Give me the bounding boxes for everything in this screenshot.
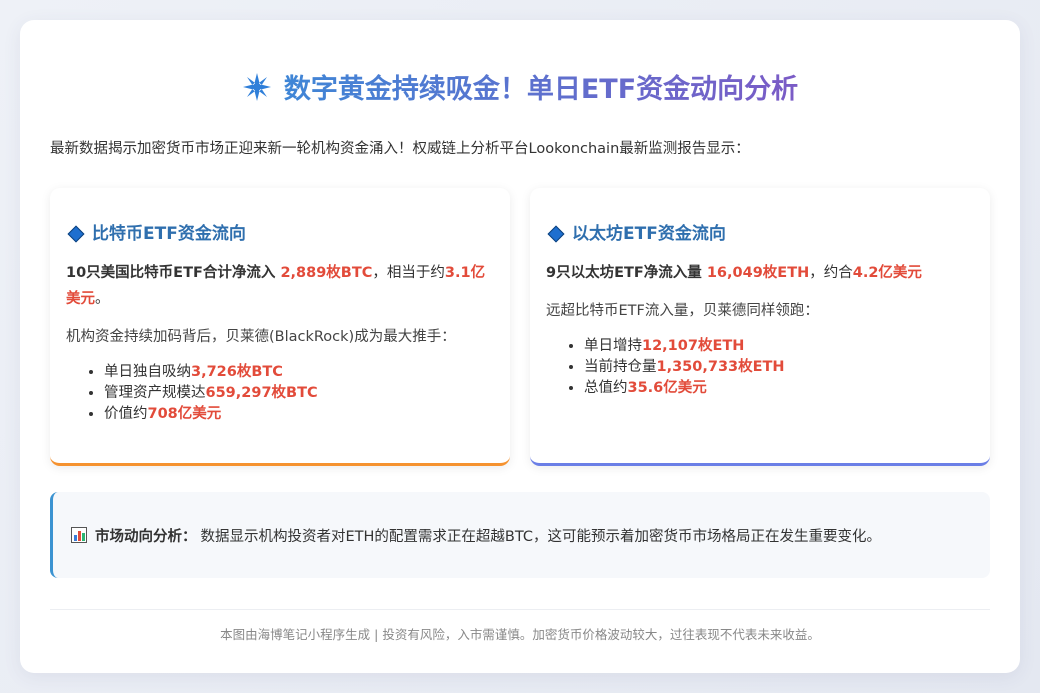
eth-panel-heading: 以太坊ETF资金流向 <box>546 222 974 246</box>
eth-lead: 9只以太坊ETF净流入量 16,049枚ETH，约合4.2亿美元 <box>546 260 974 286</box>
item-value: 12,107枚ETH <box>642 338 745 354</box>
btc-stats-list: 单日独自吸纳3,726枚BTC 管理资产规模达659,297枚BTC 价值约70… <box>66 362 494 425</box>
btc-etf-panel: 比特币ETF资金流向 10只美国比特币ETF合计净流入 2,889枚BTC，相当… <box>50 188 510 466</box>
item-value: 659,297枚BTC <box>205 385 318 401</box>
page-title: 数字黄金持续吸金！单日ETF资金动向分析 <box>20 72 1020 108</box>
item-label: 价值约 <box>104 406 148 422</box>
btc-lead: 10只美国比特币ETF合计净流入 2,889枚BTC，相当于约3.1亿美元。 <box>66 260 494 312</box>
eth-lead-amount: 16,049枚ETH <box>706 265 810 281</box>
btc-panel-title: 比特币ETF资金流向 <box>92 224 246 244</box>
divider <box>50 609 990 610</box>
footer-disclaimer: 本图由海博笔记小程序生成 | 投资有风险，入市需谨慎。加密货币价格波动较大，过往… <box>220 627 820 642</box>
btc-lead-mid: ，相当于约 <box>372 265 445 281</box>
item-value: 35.6亿美元 <box>627 380 707 396</box>
item-value: 1,350,733枚ETH <box>656 359 785 375</box>
eth-stats-list: 单日增持12,107枚ETH 当前持仓量1,350,733枚ETH 总值约35.… <box>546 336 974 399</box>
item-value: 708亿美元 <box>147 406 222 422</box>
main-card: 数字黄金持续吸金！单日ETF资金动向分析 最新数据揭示加密货币市场正迎来新一轮机… <box>20 20 1020 673</box>
btc-paragraph: 机构资金持续加码背后，贝莱德(BlackRock)成为最大推手： <box>66 329 456 345</box>
bar-chart-icon <box>71 527 87 543</box>
btc-lead-prefix: 10只美国比特币ETF合计净流入 <box>66 265 281 281</box>
list-item: 总值约35.6亿美元 <box>584 378 974 399</box>
sparkle-icon <box>242 73 271 101</box>
list-item: 单日增持12,107枚ETH <box>584 336 974 357</box>
eth-panel-title: 以太坊ETF资金流向 <box>572 224 726 244</box>
list-item: 管理资产规模达659,297枚BTC <box>104 383 494 404</box>
item-value: 3,726枚BTC <box>191 364 283 380</box>
btc-panel-heading: 比特币ETF资金流向 <box>66 222 494 246</box>
eth-lead-usd: 4.2亿美元 <box>852 265 922 281</box>
title-text: 数字黄金持续吸金！单日ETF资金动向分析 <box>283 74 799 105</box>
eth-lead-prefix: 9只以太坊ETF净流入量 <box>546 265 707 281</box>
list-item: 价值约708亿美元 <box>104 404 494 425</box>
item-label: 总值约 <box>584 380 628 396</box>
diamond-icon <box>547 225 565 243</box>
list-item: 当前持仓量1,350,733枚ETH <box>584 357 974 378</box>
analysis-text: 数据显示机构投资者对ETH的配置需求正在超越BTC，这可能预示着加密货币市场格局… <box>200 528 882 545</box>
eth-etf-panel: 以太坊ETF资金流向 9只以太坊ETF净流入量 16,049枚ETH，约合4.2… <box>530 188 990 466</box>
list-item: 单日独自吸纳3,726枚BTC <box>104 362 494 383</box>
eth-lead-mid: ，约合 <box>809 265 853 281</box>
eth-paragraph: 远超比特币ETF流入量，贝莱德同样领跑： <box>546 303 819 319</box>
analysis-label: 市场动向分析： <box>95 528 197 545</box>
btc-lead-amount: 2,889枚BTC <box>280 265 373 281</box>
item-label: 单日独自吸纳 <box>104 364 191 380</box>
diamond-icon <box>67 225 85 243</box>
intro-text: 最新数据揭示加密货币市场正迎来新一轮机构资金涌入！权威链上分析平台Lookonc… <box>50 141 750 157</box>
item-label: 当前持仓量 <box>584 359 657 375</box>
btc-lead-end: 。 <box>95 291 110 307</box>
item-label: 单日增持 <box>584 338 642 354</box>
market-analysis-box: 市场动向分析： 数据显示机构投资者对ETH的配置需求正在超越BTC，这可能预示着… <box>50 492 990 578</box>
item-label: 管理资产规模达 <box>104 385 206 401</box>
